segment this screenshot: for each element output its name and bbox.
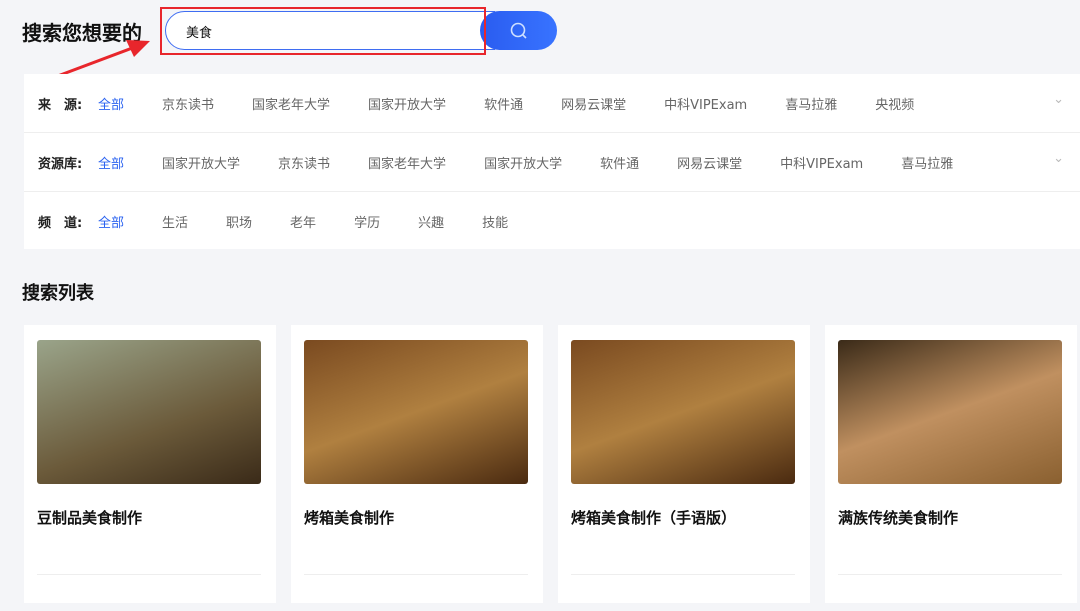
divider [838, 574, 1062, 575]
filter-row-library: 资源库: 全部 国家开放大学 京东读书 国家老年大学 国家开放大学 软件通 网易云课堂 中科VI… [24, 133, 1080, 192]
video-thumbnail[interactable] [838, 340, 1062, 484]
video-thumbnail[interactable] [37, 340, 261, 484]
filter-option[interactable]: 职场 [226, 212, 252, 231]
divider [37, 574, 261, 575]
filter-option[interactable]: 软件通 [484, 94, 523, 113]
filter-option[interactable]: 国家老年大学 [252, 94, 330, 113]
filter-option[interactable]: 全部 [98, 94, 124, 113]
filter-row-channel: 频 道: 全部 生活 职场 老年 学历 兴趣 技能 [24, 192, 1080, 251]
filter-option[interactable]: 喜马拉雅 [785, 94, 837, 113]
filter-option[interactable]: 全部 [98, 212, 124, 231]
video-thumbnail[interactable] [304, 340, 528, 484]
filter-option[interactable]: 兴趣 [418, 212, 444, 231]
filter-option[interactable]: 生活 [162, 212, 188, 231]
filter-label: 资源库: [38, 156, 83, 172]
page-title: 搜索您想要的 [22, 21, 142, 45]
divider [304, 574, 528, 575]
search-button[interactable] [480, 11, 557, 50]
video-thumbnail[interactable] [571, 340, 795, 484]
filter-row-source: 来 源: 全部 京东读书 国家老年大学 国家开放大学 软件通 网易云课堂 中科VIPExam 喜… [24, 74, 1080, 133]
filter-option[interactable]: 学历 [354, 212, 380, 231]
filter-option[interactable]: 国家开放大学 [368, 94, 446, 113]
card-title[interactable]: 烤箱美食制作 [304, 507, 394, 528]
filter-option[interactable]: 全部 [98, 153, 124, 172]
filter-panel: 来 源: 全部 京东读书 国家老年大学 国家开放大学 软件通 网易云课堂 中科VIPExam 喜… [24, 74, 1080, 249]
divider [571, 574, 795, 575]
filter-option[interactable]: 中科VIPExam [664, 94, 747, 113]
filter-option[interactable]: 国家开放大学 [162, 153, 240, 172]
search-icon [510, 22, 527, 39]
filter-option[interactable]: 网易云课堂 [561, 94, 626, 113]
card-title[interactable]: 满族传统美食制作 [838, 507, 958, 528]
filter-option[interactable]: 中科VIPExam [780, 153, 863, 172]
card-title[interactable]: 烤箱美食制作（手语版） [571, 507, 736, 528]
filter-option[interactable]: 京东读书 [278, 153, 330, 172]
filter-option[interactable]: 国家老年大学 [368, 153, 446, 172]
filter-option[interactable]: 京东读书 [162, 94, 214, 113]
result-card[interactable]: 满族传统美食制作 [825, 325, 1077, 603]
chevron-down-icon[interactable]: ⌄ [1053, 92, 1064, 107]
filter-option[interactable]: 老年 [290, 212, 316, 231]
filter-option[interactable]: 网易云课堂 [677, 153, 742, 172]
filter-option[interactable]: 技能 [482, 212, 508, 231]
result-card[interactable]: 豆制品美食制作 [24, 325, 276, 603]
filter-option[interactable]: 国家开放大学 [484, 153, 562, 172]
filter-option[interactable]: 央视频 [875, 94, 914, 113]
chevron-down-icon[interactable]: ⌄ [1053, 151, 1064, 166]
card-title[interactable]: 豆制品美食制作 [37, 507, 142, 528]
search-input[interactable]: 美食 [165, 11, 495, 50]
filter-option[interactable]: 喜马拉雅 [901, 153, 953, 172]
filter-option[interactable]: 软件通 [600, 153, 639, 172]
result-card[interactable]: 烤箱美食制作（手语版） [558, 325, 810, 603]
results-heading: 搜索列表 [22, 283, 94, 304]
filter-label: 来 源: [38, 97, 83, 113]
filter-label: 频 道: [38, 216, 83, 231]
result-card[interactable]: 烤箱美食制作 [291, 325, 543, 603]
